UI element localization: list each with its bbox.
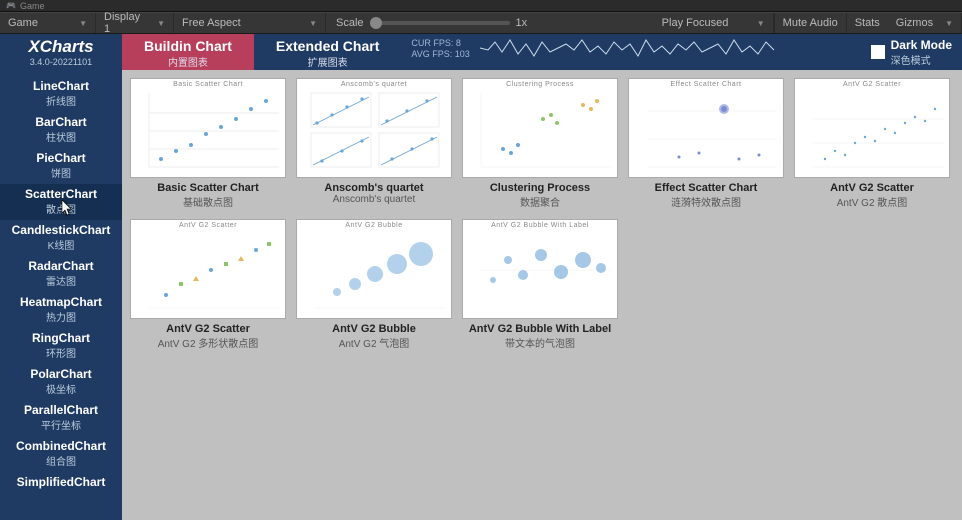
card-subtitle: Anscomb's quartet	[296, 194, 452, 205]
scale-slider-handle[interactable]	[370, 17, 382, 29]
chart-thumbnail[interactable]: Basic Scatter Chart	[130, 78, 286, 178]
sidebar-item-piechart[interactable]: PieChart 饼图	[0, 148, 122, 184]
brand-name: XCharts	[28, 37, 93, 57]
sidebar-item-linechart[interactable]: LineChart 折线图	[0, 76, 122, 112]
chart-thumbnail[interactable]: AntV G2 Scatter	[130, 219, 286, 319]
display-dropdown-label: Display 1	[104, 11, 145, 35]
chart-thumbnail[interactable]: Anscomb's quartet	[296, 78, 452, 178]
dark-mode-checkbox[interactable]	[871, 45, 885, 59]
sidebar-item-scatterchart[interactable]: ScatterChart 散点图	[0, 184, 122, 220]
chart-gallery: Basic Scatter Chart Basic Scatter Chart …	[122, 70, 962, 520]
tab-label-en: Buildin Chart	[144, 38, 232, 54]
chart-card[interactable]: Effect Scatter Chart Effect Scatter Char…	[628, 78, 784, 209]
sidebar-item-ringchart[interactable]: RingChart 环形图	[0, 328, 122, 364]
chevron-down-icon: ▼	[297, 19, 317, 28]
scale-value: 1x	[516, 17, 528, 29]
chart-thumbnail[interactable]: AntV G2 Bubble	[296, 219, 452, 319]
scale-slider-group: Scale 1x	[326, 17, 537, 29]
sidebar-item-parallelchart[interactable]: ParallelChart 平行坐标	[0, 400, 122, 436]
sidebar-item-heatmapchart[interactable]: HeatmapChart 热力图	[0, 292, 122, 328]
play-focused-label: Play Focused	[662, 17, 729, 29]
gizmos-dropdown[interactable]: Gizmos ▼	[888, 13, 962, 33]
chart-type-tabs: Buildin Chart 内置图表 Extended Chart 扩展图表	[122, 34, 401, 70]
chevron-down-icon: ▼	[745, 19, 765, 28]
chart-card[interactable]: AntV G2 Scatter AntV G2 Scatter AntV G2 …	[130, 219, 286, 350]
chart-thumbnail[interactable]: AntV G2 Scatter	[794, 78, 950, 178]
app-header: XCharts 3.4.0-20221101 Buildin Chart 内置图…	[0, 34, 962, 70]
dark-mode-toggle[interactable]: Dark Mode 深色模式	[861, 34, 962, 70]
top-toolbar: Game ▼ Display 1 ▼ Free Aspect ▼ Scale 1…	[0, 12, 962, 34]
chart-card[interactable]: AntV G2 Bubble With Label AntV G2 Bubble…	[462, 219, 618, 350]
tab-label-en: Extended Chart	[276, 38, 379, 54]
card-title: AntV G2 Bubble With Label	[462, 323, 618, 335]
chart-thumbnail[interactable]: Clustering Process	[462, 78, 618, 178]
card-subtitle: AntV G2 散点图	[794, 194, 950, 209]
card-subtitle: 带文本的气泡图	[462, 335, 618, 350]
tab-buildin-chart[interactable]: Buildin Chart 内置图表	[122, 34, 254, 70]
window-title: Game	[20, 1, 45, 11]
card-subtitle: 涟漪特效散点图	[628, 194, 784, 209]
card-subtitle: 基础散点图	[130, 194, 286, 209]
brand-version: 3.4.0-20221101	[30, 57, 92, 67]
chevron-down-icon: ▼	[933, 19, 953, 28]
sidebar-item-polarchart[interactable]: PolarChart 极坐标	[0, 364, 122, 400]
chart-card[interactable]: AntV G2 Bubble AntV G2 Bubble AntV G2 气泡…	[296, 219, 452, 350]
game-dropdown[interactable]: Game ▼	[0, 13, 96, 33]
tab-extended-chart[interactable]: Extended Chart 扩展图表	[254, 34, 401, 70]
aspect-dropdown[interactable]: Free Aspect ▼	[174, 13, 326, 33]
mute-audio-button[interactable]: Mute Audio	[774, 13, 846, 33]
sidebar-item-barchart[interactable]: BarChart 柱状图	[0, 112, 122, 148]
sidebar-item-simplifiedchart[interactable]: SimplifiedChart	[0, 472, 122, 493]
chart-thumbnail[interactable]: AntV G2 Bubble With Label	[462, 219, 618, 319]
aspect-dropdown-label: Free Aspect	[182, 17, 241, 29]
chart-thumbnail[interactable]: Effect Scatter Chart	[628, 78, 784, 178]
fps-sparkline	[480, 34, 861, 70]
sidebar-item-candlestickchart[interactable]: CandlestickChart K线图	[0, 220, 122, 256]
card-title: AntV G2 Scatter	[130, 323, 286, 335]
chart-category-sidebar: LineChart 折线图 BarChart 柱状图 PieChart 饼图 S…	[0, 70, 122, 520]
play-focused-dropdown[interactable]: Play Focused ▼	[654, 13, 774, 33]
gizmos-label: Gizmos	[896, 17, 933, 29]
card-title: Basic Scatter Chart	[130, 182, 286, 194]
card-title: AntV G2 Bubble	[296, 323, 452, 335]
chevron-down-icon: ▼	[145, 19, 165, 28]
scale-slider[interactable]	[370, 21, 510, 25]
game-dropdown-label: Game	[8, 17, 38, 29]
tab-label-cn: 扩展图表	[308, 54, 348, 69]
card-subtitle: AntV G2 气泡图	[296, 335, 452, 350]
card-subtitle: AntV G2 多形状散点图	[130, 335, 286, 350]
dark-mode-label-en: Dark Mode	[891, 38, 952, 52]
card-title: Effect Scatter Chart	[628, 182, 784, 194]
brand: XCharts 3.4.0-20221101	[0, 34, 122, 70]
tab-label-cn: 内置图表	[168, 54, 208, 69]
stats-button[interactable]: Stats	[846, 13, 888, 33]
card-title: AntV G2 Scatter	[794, 182, 950, 194]
card-subtitle: 数据聚合	[462, 194, 618, 209]
fps-display: CUR FPS: 8 AVG FPS: 103	[401, 34, 479, 70]
chevron-down-icon: ▼	[67, 19, 87, 28]
chart-card[interactable]: Anscomb's quartet Anscomb's quartet Ansc…	[296, 78, 452, 209]
chart-card[interactable]: Clustering Process Clustering Process 数据…	[462, 78, 618, 209]
dark-mode-label-cn: 深色模式	[891, 52, 952, 67]
sidebar-item-combinedchart[interactable]: CombinedChart 组合图	[0, 436, 122, 472]
chart-card[interactable]: Basic Scatter Chart Basic Scatter Chart …	[130, 78, 286, 209]
chart-card[interactable]: AntV G2 Scatter AntV G2 Scatter AntV G2 …	[794, 78, 950, 209]
display-dropdown[interactable]: Display 1 ▼	[96, 13, 174, 33]
game-icon: 🎮	[6, 1, 16, 10]
card-title: Anscomb's quartet	[296, 182, 452, 194]
sidebar-item-radarchart[interactable]: RadarChart 雷达图	[0, 256, 122, 292]
card-title: Clustering Process	[462, 182, 618, 194]
scale-label: Scale	[336, 17, 364, 29]
